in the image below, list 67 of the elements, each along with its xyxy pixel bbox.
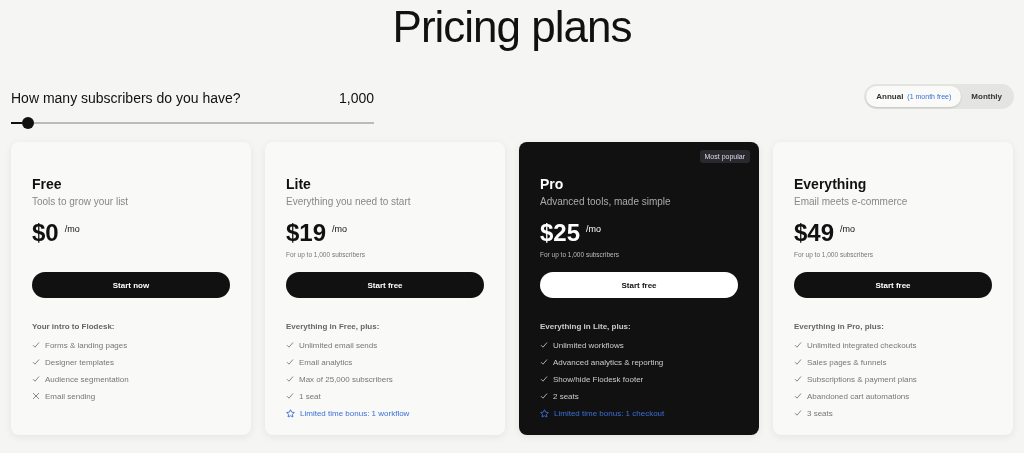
features-heading: Everything in Pro, plus:	[794, 322, 885, 331]
plan-tagline: Everything you need to start	[286, 196, 412, 207]
check-icon	[794, 341, 802, 349]
feature-text: 2 seats	[553, 391, 579, 401]
plan-price: $0	[32, 219, 59, 247]
check-icon	[794, 358, 802, 366]
feature-text: Unlimited workflows	[553, 340, 624, 350]
check-icon	[32, 341, 40, 349]
price-period: /mo	[332, 224, 348, 234]
price-period: /mo	[64, 224, 80, 234]
subscriber-count: 1,000	[338, 90, 374, 106]
features-heading: Your intro to Flodesk:	[32, 322, 116, 331]
price-period: /mo	[586, 224, 602, 234]
billing-option[interactable]: Monthly	[961, 86, 1012, 107]
check-icon	[540, 392, 548, 400]
plan-price: $25	[540, 219, 581, 247]
features-heading: Everything in Free, plus:	[286, 322, 381, 331]
features-heading: Everything in Lite, plus:	[540, 322, 632, 331]
check-icon	[32, 358, 40, 366]
plan-name: Everything	[794, 176, 868, 192]
check-icon	[286, 358, 294, 366]
check-icon	[540, 358, 548, 366]
slider-thumb[interactable]	[21, 117, 34, 129]
start-button[interactable]: Start free	[794, 272, 992, 298]
check-icon	[794, 392, 802, 400]
check-icon	[286, 341, 294, 349]
plan-name: Free	[32, 176, 63, 192]
feature-text: Show/hide Flodesk footer	[553, 374, 644, 384]
feature-text: Forms & landing pages	[45, 340, 128, 350]
plan-name: Lite	[286, 176, 312, 192]
check-icon	[286, 392, 294, 400]
plan-tagline: Tools to grow your list	[32, 196, 130, 207]
feature-text: Email analytics	[299, 357, 353, 367]
feature-text: Designer templates	[45, 357, 114, 367]
cross-icon	[32, 392, 40, 400]
feature-text: Sales pages & funnels	[807, 357, 887, 367]
feature-text: Advanced analytics & reporting	[553, 357, 664, 367]
slider-label: How many subscribers do you have?	[11, 90, 241, 106]
feature-text: Max of 25,000 subscribers	[299, 374, 393, 384]
check-icon	[540, 375, 548, 383]
feature-text: Abandoned cart automations	[807, 391, 910, 401]
plan-price: $19	[286, 219, 327, 247]
price-period: /mo	[840, 224, 856, 234]
bonus-text: Limited time bonus: 1 workflow	[300, 408, 410, 418]
star-icon	[286, 408, 295, 418]
plan-price: $49	[794, 219, 835, 247]
check-icon	[794, 409, 802, 417]
check-icon	[794, 375, 802, 383]
plan-tagline: Advanced tools, made simple	[540, 196, 672, 207]
start-button[interactable]: Start free	[540, 272, 738, 298]
feature-text: Unlimited integrated checkouts	[807, 340, 917, 350]
bonus-text: Limited time bonus: 1 checkout	[554, 408, 665, 418]
start-button[interactable]: Start free	[286, 272, 484, 298]
feature-text: Unlimited email sends	[299, 340, 378, 350]
feature-text: Subscriptions & payment plans	[807, 374, 917, 384]
page-title: Pricing plans	[391, 2, 633, 52]
check-icon	[540, 341, 548, 349]
feature-text: Email sending	[45, 391, 96, 401]
star-icon	[540, 408, 549, 418]
feature-text: Audience segmentation	[45, 374, 129, 384]
plan-tagline: Email meets e-commerce	[794, 196, 909, 207]
feature-text: 1 seat	[299, 391, 321, 401]
start-button[interactable]: Start now	[32, 272, 230, 298]
check-icon	[32, 375, 40, 383]
plan-name: Pro	[540, 176, 565, 192]
check-icon	[286, 375, 294, 383]
feature-text: 3 seats	[807, 408, 833, 418]
